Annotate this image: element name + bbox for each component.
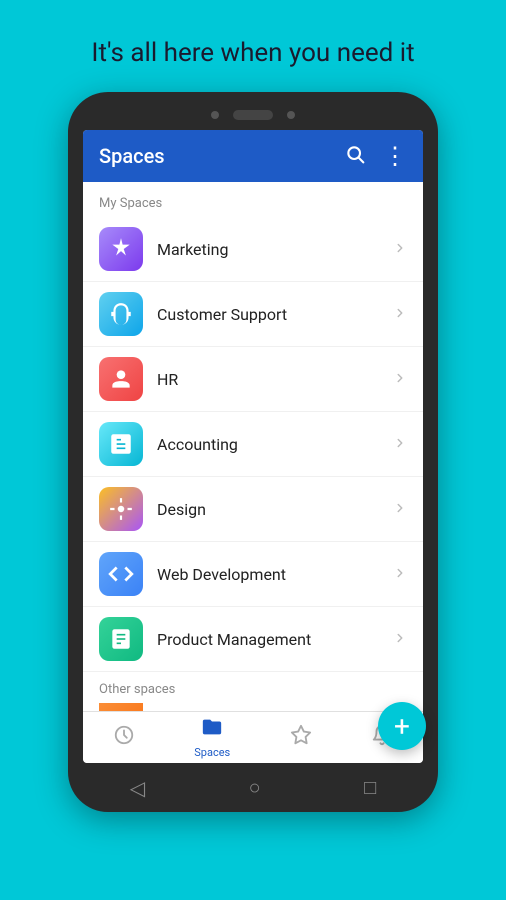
space-icon-product-management [99,617,143,661]
space-name-hr: HR [157,370,393,389]
space-item-marketing[interactable]: Marketing [83,217,423,282]
space-name-customer-support: Customer Support [157,305,393,324]
search-icon[interactable] [345,144,365,169]
nav-starred[interactable] [290,724,312,752]
space-name-accounting: Accounting [157,435,393,454]
space-item-customer-support[interactable]: Customer Support [83,282,423,347]
space-item-accounting[interactable]: Accounting [83,412,423,477]
partial-space-icon [99,703,143,711]
android-nav: ◁ ○ □ [78,771,428,802]
space-item-design[interactable]: Design [83,477,423,542]
nav-spaces[interactable]: Spaces [194,716,230,759]
starred-icon [290,724,312,752]
recent-icon [113,724,135,752]
space-name-marketing: Marketing [157,240,393,259]
space-icon-customer-support [99,292,143,336]
header-icons: ⋮ [345,144,407,169]
nav-recent[interactable] [113,724,135,752]
space-chevron-web-development [393,565,407,584]
space-chevron-accounting [393,435,407,454]
space-icon-hr [99,357,143,401]
spaces-list: Marketing Customer Support HR Accounting Des… [83,217,423,672]
space-chevron-marketing [393,240,407,259]
spaces-nav-label: Spaces [194,746,230,759]
back-button[interactable]: ◁ [130,776,145,800]
space-name-product-management: Product Management [157,630,393,649]
space-icon-accounting [99,422,143,466]
content-area: My Spaces Marketing Customer Support HR Acc… [83,182,423,711]
phone-camera-row [78,110,428,120]
space-chevron-customer-support [393,305,407,324]
home-button[interactable]: ○ [249,775,261,800]
my-spaces-label: My Spaces [83,182,423,217]
space-item-product-management[interactable]: Product Management [83,607,423,672]
space-item-hr[interactable]: HR [83,347,423,412]
space-icon-design [99,487,143,531]
spaces-icon [201,716,223,744]
space-name-design: Design [157,500,393,519]
space-name-web-development: Web Development [157,565,393,584]
app-header: Spaces ⋮ [83,130,423,182]
app-title: Spaces [99,144,345,168]
space-chevron-hr [393,370,407,389]
space-chevron-design [393,500,407,519]
phone-screen: Spaces ⋮ My Spaces Marketing Customer Sup… [83,130,423,763]
space-item-web-development[interactable]: Web Development [83,542,423,607]
camera-dot [211,111,219,119]
camera-dot-2 [287,111,295,119]
phone-frame: Spaces ⋮ My Spaces Marketing Customer Sup… [68,92,438,812]
recents-button[interactable]: □ [364,775,376,800]
space-icon-web-development [99,552,143,596]
space-icon-marketing [99,227,143,271]
partial-space-item[interactable] [83,703,423,711]
more-icon[interactable]: ⋮ [383,144,407,168]
space-chevron-product-management [393,630,407,649]
fab-add[interactable]: + [378,702,426,750]
headline: It's all here when you need it [71,38,434,68]
other-spaces-label: Other spaces [83,672,423,703]
speaker [233,110,273,120]
bottom-nav: Spaces [83,711,423,763]
